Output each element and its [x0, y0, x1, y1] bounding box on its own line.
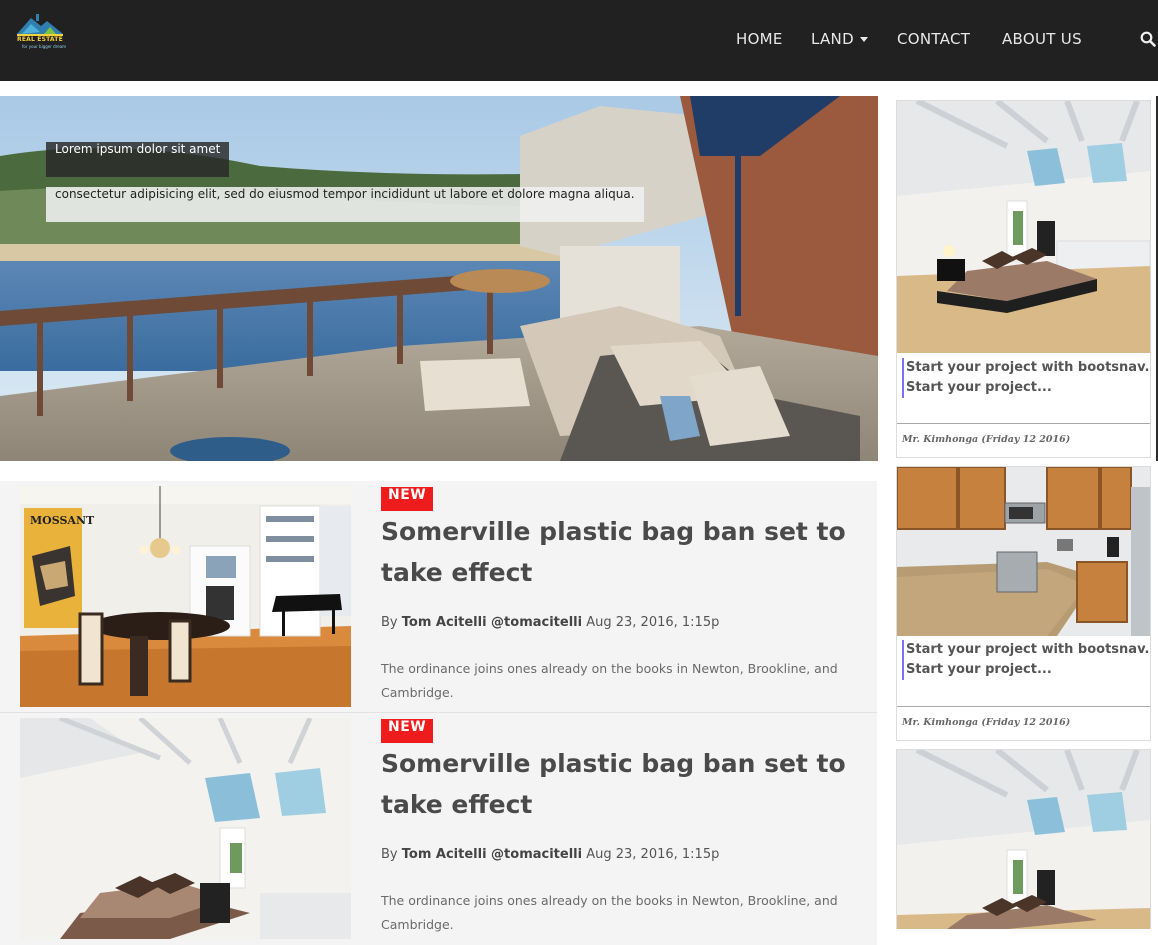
article-by-label: By [381, 847, 398, 862]
nav-home-link[interactable]: HOME [736, 30, 783, 48]
divider [897, 423, 1150, 424]
sidebar-card-author: Mr. Kimhonga (Friday 12 2016) [902, 434, 1071, 445]
sidebar-card-author: Mr. Kimhonga (Friday 12 2016) [902, 717, 1071, 728]
new-badge: NEW [381, 719, 434, 743]
logo-tagline: for your bigger dream [22, 44, 67, 49]
article-excerpt: The ordinance joins ones already on the … [381, 661, 838, 700]
svg-text:MOSSANT: MOSSANT [30, 514, 95, 527]
dining-room-photo: MOSSANT [20, 486, 351, 707]
new-badge: NEW [381, 487, 434, 511]
sidebar-card-text[interactable]: Start your project with bootsnav. Start … [902, 358, 1150, 398]
sidebar-card[interactable]: Start your project with bootsnav. Start … [896, 100, 1151, 458]
article-excerpt: The ordinance joins ones already on the … [381, 893, 838, 932]
article-by-label: By [381, 615, 398, 630]
article-date: Aug 23, 2016, 1:15p [586, 615, 720, 630]
article-card[interactable]: NEW Somerville plastic bag ban set to ta… [0, 713, 877, 945]
article-title[interactable]: Somerville plastic bag ban set to take e… [381, 743, 851, 825]
brand-logo[interactable]: REAL ESTATE for your bigger dream [14, 12, 66, 50]
sidebar-card-image[interactable] [897, 101, 1150, 353]
divider [897, 706, 1150, 707]
hero-caption-text: consectetur adipisicing elit, sed do eiu… [46, 187, 644, 222]
article-thumbnail[interactable]: MOSSANT [20, 486, 351, 707]
sidebar-card[interactable] [896, 749, 1151, 929]
article-meta: By Tom Acitelli @tomacitelli Aug 23, 201… [381, 615, 719, 630]
nav-land-label: LAND [811, 30, 854, 48]
kitchen-photo [897, 467, 1150, 636]
nav-land-dropdown[interactable]: LAND [811, 30, 868, 48]
article-date: Aug 23, 2016, 1:15p [586, 847, 720, 862]
article-title[interactable]: Somerville plastic bag ban set to take e… [381, 511, 851, 593]
caret-down-icon [859, 37, 868, 42]
article-author[interactable]: Tom Acitelli @tomacitelli [402, 847, 582, 862]
sidebar-card[interactable]: Start your project with bootsnav. Start … [896, 466, 1151, 741]
sidebar-card-image[interactable] [897, 467, 1150, 636]
sidebar-card-text[interactable]: Start your project with bootsnav. Start … [902, 640, 1150, 680]
article-thumbnail[interactable] [20, 718, 351, 939]
sidebar-card-image[interactable] [897, 750, 1150, 929]
search-icon[interactable] [1140, 31, 1156, 47]
article-card[interactable]: MOSSANT NEW Somerville plastic bag ban s… [0, 481, 877, 713]
hero-caption-title: Lorem ipsum dolor sit amet [46, 142, 230, 177]
article-author[interactable]: Tom Acitelli @tomacitelli [402, 615, 582, 630]
nav-about-link[interactable]: ABOUT US [1002, 30, 1082, 48]
logo-text: REAL ESTATE [17, 36, 63, 43]
bedroom-photo [20, 718, 351, 939]
bedroom-photo [897, 750, 1150, 929]
article-meta: By Tom Acitelli @tomacitelli Aug 23, 201… [381, 847, 719, 862]
nav-contact-link[interactable]: CONTACT [897, 30, 970, 48]
bedroom-photo [897, 101, 1150, 353]
top-navbar: REAL ESTATE for your bigger dream HOME L… [0, 0, 1158, 81]
